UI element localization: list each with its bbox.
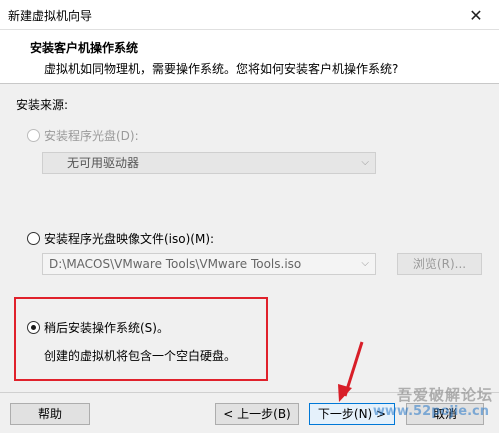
title-bar: 新建虚拟机向导 ✕ bbox=[0, 0, 499, 30]
browse-button: 浏览(R)... bbox=[397, 253, 482, 275]
iso-path-value: D:\MACOS\VMware Tools\VMware Tools.iso bbox=[49, 257, 302, 271]
watermark-text: 吾爱破解论坛 bbox=[396, 386, 493, 404]
drive-select: 无可用驱动器 ⌵ bbox=[42, 152, 376, 174]
page-subtitle: 虚拟机如同物理机，需要操作系统。您将如何安装客户机操作系统? bbox=[44, 62, 399, 76]
help-button[interactable]: 帮助 bbox=[10, 403, 90, 425]
close-icon[interactable]: ✕ bbox=[453, 0, 499, 30]
iso-image-label[interactable]: 安装程序光盘映像文件(iso)(M): bbox=[44, 230, 214, 247]
window-title: 新建虚拟机向导 bbox=[8, 9, 93, 23]
radio-iso-image[interactable] bbox=[27, 232, 40, 245]
wizard-header: 安装客户机操作系统 虚拟机如同物理机，需要操作系统。您将如何安装客户机操作系统? bbox=[0, 30, 499, 84]
chevron-down-icon: ⌵ bbox=[361, 258, 369, 269]
radio-install-later[interactable] bbox=[27, 321, 40, 334]
install-source-label: 安装来源: bbox=[16, 98, 69, 112]
drive-select-value: 无可用驱动器 bbox=[67, 156, 140, 170]
install-later-description: 创建的虚拟机将包含一个空白硬盘。 bbox=[44, 349, 237, 363]
page-title: 安装客户机操作系统 bbox=[30, 41, 139, 55]
iso-path-field: D:\MACOS\VMware Tools\VMware Tools.iso ⌵ bbox=[42, 253, 376, 275]
radio-installer-disc bbox=[27, 129, 40, 142]
chevron-down-icon: ⌵ bbox=[361, 157, 369, 168]
highlight-box bbox=[14, 297, 268, 381]
watermark-url: www.52pojie.cn bbox=[372, 404, 489, 419]
installer-disc-label: 安装程序光盘(D): bbox=[44, 129, 139, 143]
install-later-label[interactable]: 稍后安装操作系统(S)。 bbox=[44, 319, 169, 336]
back-button[interactable]: < 上一步(B) bbox=[215, 403, 299, 425]
